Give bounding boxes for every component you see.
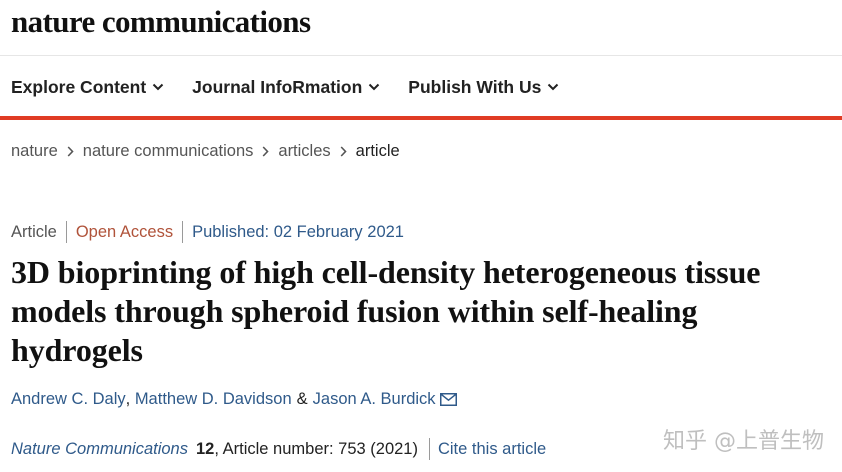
chevron-right-icon	[262, 146, 269, 157]
author-list: Andrew C. Daly, Matthew D. Davidson & Ja…	[11, 390, 457, 409]
accent-bar	[0, 116, 842, 120]
author-link[interactable]: Matthew D. Davidson	[135, 390, 292, 409]
breadcrumb-articles[interactable]: articles	[278, 142, 330, 161]
published-date: Published: 02 February 2021	[192, 222, 404, 241]
nav-publish-with-us[interactable]: Publish With Us	[408, 77, 559, 98]
chevron-right-icon	[67, 146, 74, 157]
main-nav: Explore Content Journal InfoRmation Publ…	[11, 75, 587, 99]
article-number: , Article number: 753 (2021)	[214, 439, 418, 458]
breadcrumb-nature[interactable]: nature	[11, 142, 58, 161]
article-meta: Article Open Access Published: 02 Februa…	[11, 221, 404, 243]
nav-item-label: Journal InfoRmation	[192, 76, 363, 97]
journal-name[interactable]: Nature Communications	[11, 440, 188, 459]
chevron-down-icon	[152, 83, 164, 91]
article-type: Article	[11, 222, 57, 241]
nav-journal-information[interactable]: Journal InfoRmation	[192, 77, 380, 98]
citation-line: Nature Communications 12 , Article numbe…	[11, 438, 546, 460]
breadcrumb-article: article	[355, 142, 400, 160]
breadcrumb: nature nature communications articles ar…	[11, 142, 400, 161]
chevron-down-icon	[547, 83, 559, 91]
meta-divider	[65, 221, 67, 243]
header-divider	[0, 55, 842, 56]
meta-divider	[182, 221, 184, 243]
nav-item-label: Publish With Us	[408, 76, 542, 97]
open-access-label: Open Access	[75, 222, 174, 241]
chevron-right-icon	[340, 146, 347, 157]
nav-explore-content[interactable]: Explore Content	[11, 77, 164, 98]
breadcrumb-nature-communications[interactable]: nature communications	[83, 142, 254, 161]
author-ampersand: &	[296, 390, 308, 408]
nav-item-label: Explore Content	[11, 76, 147, 97]
chevron-down-icon	[368, 83, 380, 91]
citation-divider	[428, 438, 430, 460]
zhihu-watermark: 知乎 @上普生物	[663, 429, 824, 454]
email-icon[interactable]	[439, 393, 457, 406]
article-title: 3D bioprinting of high cell-density hete…	[11, 254, 761, 368]
nature-communications-logo[interactable]: nature communications	[11, 4, 311, 40]
author-separator: ,	[125, 390, 131, 408]
cite-this-article-link[interactable]: Cite this article	[438, 440, 546, 459]
volume-number: 12	[196, 439, 215, 458]
author-link[interactable]: Andrew C. Daly	[11, 390, 126, 409]
author-link[interactable]: Jason A. Burdick	[313, 390, 436, 409]
